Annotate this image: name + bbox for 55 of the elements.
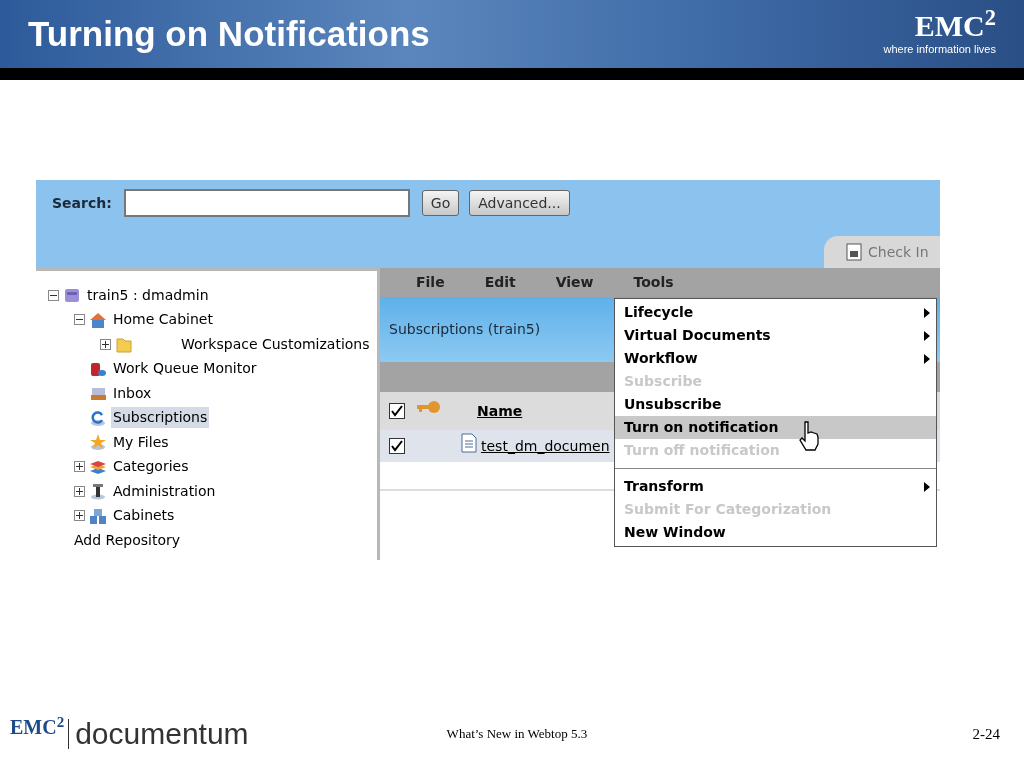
footer-caption: What’s New in Webtop 5.3 [446,725,588,744]
menu-bar-item[interactable]: File [416,272,445,293]
menu-item[interactable]: Turn on notification [615,416,936,439]
tree-item[interactable]: Subscriptions [111,407,210,429]
menu-item[interactable]: Transform [615,475,936,498]
slide-title: Turning on Notifications [28,12,430,55]
house-icon [89,310,107,329]
tool-icon [89,482,107,501]
tree-item[interactable]: My Files [111,431,171,453]
expand-toggle[interactable] [74,485,85,497]
name-column-header[interactable]: Name [477,400,523,422]
page-number: 2-24 [972,724,1000,744]
collapse-toggle[interactable] [74,314,85,326]
menu-bar-item[interactable]: View [555,272,594,293]
expand-toggle[interactable] [74,510,85,522]
cabinets-icon [89,506,107,525]
menu-bar-item[interactable]: Edit [484,272,516,293]
emc-logo: EMC$^{2}$ [914,10,996,41]
tree-item[interactable]: Categories [111,456,191,478]
key-icon [415,398,441,416]
menu-item[interactable]: Workflow [615,347,936,370]
menu-item[interactable]: Unsubscribe [615,393,936,416]
tree-item[interactable]: Administration [111,480,218,502]
tree-item[interactable]: Inbox [111,382,154,404]
tree-item[interactable]: Home Cabinet [111,309,215,331]
logo-tagline: where information lives [883,41,996,57]
folder-icon [115,335,133,354]
documentum-logo: documentum [68,719,249,749]
row-checkbox[interactable] [389,438,405,454]
panel-title: Subscriptions (train5) [389,320,541,339]
tree-item[interactable]: Workspace Customizations [179,333,372,355]
tree-item[interactable]: Work Queue Monitor [111,358,259,380]
tree-item[interactable]: Cabinets [111,505,177,527]
document-link[interactable]: test_dm_documen [481,435,610,457]
search-label: Search: [52,193,112,213]
toolbar-button[interactable]: Go [421,190,460,216]
collapse-toggle[interactable] [48,289,59,301]
tree-item[interactable]: train5 : dmadmin [85,284,211,306]
menu-item[interactable]: Virtual Documents [615,324,936,347]
menu-item[interactable]: Lifecycle [615,301,936,324]
emc-logo: EMC$^{2}$ [10,712,65,740]
toolbar-button[interactable]: Advanced... [469,190,570,216]
document-icon [461,433,477,453]
subscription-icon [89,408,107,427]
menu-item[interactable]: New Window [615,521,936,544]
expand-toggle[interactable] [100,338,111,350]
select-all-checkbox[interactable] [389,403,405,419]
expand-toggle[interactable] [74,461,85,473]
search-field[interactable] [123,189,410,217]
repository-icon [63,286,81,305]
add-repository-link[interactable]: Add Repository [48,528,377,553]
hand-pointer-icon [798,420,820,452]
star-icon [89,433,107,452]
document-icon [846,243,862,261]
menu-bar-item[interactable]: Tools [633,272,674,293]
